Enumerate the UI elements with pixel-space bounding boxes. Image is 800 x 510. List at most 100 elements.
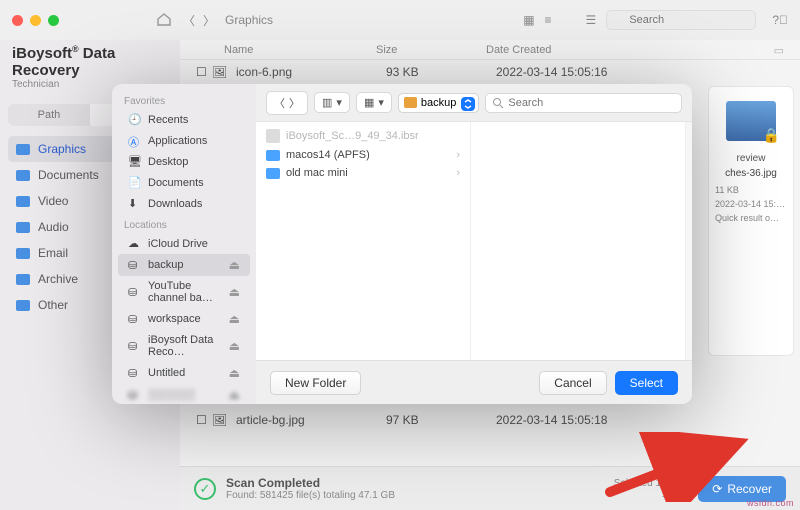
browser-column-2	[471, 122, 686, 360]
disk-icon: ⛁	[128, 313, 141, 326]
dialog-main: 〈〉 ▥▾ ▦▾ backup iBoysoft_Sc…9_49_34.ibsr…	[256, 84, 692, 404]
preview-thumbnail: 🔒	[726, 101, 776, 141]
sidebar-item-recents[interactable]: 🕘Recents	[118, 109, 250, 130]
locations-heading: Locations	[114, 214, 254, 233]
chevron-right-icon: ›	[456, 149, 460, 161]
download-icon: ⬇	[128, 197, 141, 210]
row-checkbox[interactable]: ☐	[196, 413, 212, 427]
preview-size: 11 KB	[709, 183, 793, 197]
file-name: article-bg.jpg	[236, 413, 386, 427]
dialog-footer: New Folder Cancel Select	[256, 360, 692, 404]
chevron-right-icon: ›	[456, 167, 460, 179]
status-detail: Found: 581425 file(s) totaling 47.1 GB	[226, 490, 604, 501]
sidebar-item-backup[interactable]: ⛁backup⏏	[118, 254, 250, 276]
sidebar-item-iboysoft-disk[interactable]: ⛁iBoysoft Data Reco…⏏	[118, 330, 250, 362]
zoom-window-button[interactable]	[48, 15, 59, 26]
filter-icon[interactable]: ☰	[586, 13, 597, 27]
selected-size: 11 KB	[614, 489, 688, 500]
col-size[interactable]: Size	[376, 44, 486, 57]
row-checkbox[interactable]: ☐	[196, 65, 212, 79]
nav-back-icon[interactable]: 〈	[183, 12, 195, 29]
preview-filename: ches-36.jpg	[709, 164, 793, 183]
nav-forward-icon[interactable]: 〉	[203, 12, 215, 29]
selected-count: Selected 1 file(s)	[614, 478, 688, 489]
preview-toggle-icon[interactable]: ▭	[774, 44, 784, 57]
file-date: 2022-03-14 15:05:16	[496, 65, 784, 79]
col-date[interactable]: Date Created	[486, 44, 774, 57]
preview-pane: 🔒 review ches-36.jpg 11 KB 2022-03-14 15…	[708, 86, 794, 356]
titlebar: 〈 〉 Graphics ▦ ≡ ☰ ?⃝	[0, 0, 800, 40]
list-view-icon[interactable]: ≡	[545, 13, 552, 27]
disk-icon: ⛁	[128, 367, 141, 380]
file-name: icon-6.png	[236, 65, 386, 79]
list-item[interactable]: iBoysoft_Sc…9_49_34.ibsr	[256, 126, 470, 146]
minimize-window-button[interactable]	[30, 15, 41, 26]
disk-icon: ⛁	[128, 389, 141, 402]
image-file-icon: 🖼	[212, 413, 230, 427]
eject-icon[interactable]: ⏏	[229, 366, 240, 380]
chevron-down-icon: ▾	[336, 96, 342, 109]
eject-icon[interactable]: ⏏	[229, 312, 240, 326]
help-icon[interactable]: ?⃝	[772, 13, 788, 27]
dialog-sidebar: Favorites 🕘Recents ⒶApplications 🖥Deskto…	[112, 84, 256, 404]
eject-icon[interactable]: ⏏	[229, 285, 240, 299]
breadcrumb: Graphics	[225, 13, 273, 27]
sidebar-item-youtube[interactable]: ⛁YouTube channel ba…⏏	[118, 276, 250, 308]
status-bar: ✓ Scan Completed Found: 581425 file(s) t…	[180, 466, 800, 510]
location-popup[interactable]: backup	[398, 93, 479, 113]
grid-view-icon[interactable]: ▦	[523, 13, 534, 27]
folder-icon	[404, 97, 417, 108]
tab-path[interactable]: Path	[8, 104, 90, 126]
preview-date: 2022-03-14 15:05:16	[709, 197, 793, 211]
close-window-button[interactable]	[12, 15, 23, 26]
group-by-button[interactable]: ▦▾	[356, 92, 392, 113]
folder-icon	[266, 150, 280, 161]
eject-icon[interactable]: ⏏	[229, 258, 240, 272]
chevron-down-icon: ▾	[378, 96, 384, 109]
eject-icon[interactable]: ⏏	[229, 388, 240, 402]
file-size: 97 KB	[386, 413, 496, 427]
app-brand: iBoysoft® Data Recovery	[8, 40, 172, 79]
preview-note: Quick result o…	[709, 211, 793, 225]
dropdown-indicator-icon	[461, 97, 475, 111]
preview-button[interactable]: review	[709, 147, 793, 164]
column-browser: iBoysoft_Sc…9_49_34.ibsr macos14 (APFS)›…	[256, 122, 692, 360]
file-row[interactable]: ☐ 🖼 icon-6.png 93 KB 2022-03-14 15:05:16	[180, 60, 800, 84]
save-dialog: Favorites 🕘Recents ⒶApplications 🖥Deskto…	[112, 84, 692, 404]
desktop-icon: 🖥	[128, 155, 141, 168]
sidebar-item-applications[interactable]: ⒶApplications	[118, 130, 250, 151]
file-icon	[266, 129, 280, 143]
sidebar-item-downloads[interactable]: ⬇Downloads	[118, 193, 250, 214]
columns-icon: ▥	[322, 96, 332, 109]
sidebar-item-icloud[interactable]: ☁iCloud Drive	[118, 233, 250, 254]
col-name[interactable]: Name	[196, 44, 376, 57]
toolbar-search-input[interactable]	[606, 10, 756, 30]
clock-icon: 🕘	[128, 113, 141, 126]
chevron-left-icon: 〈	[274, 95, 285, 111]
new-folder-button[interactable]: New Folder	[270, 371, 361, 395]
file-row[interactable]: ☐ 🖼 article-bg.jpg 97 KB 2022-03-14 15:0…	[180, 408, 800, 432]
sidebar-item-documents[interactable]: 📄Documents	[118, 172, 250, 193]
watermark: wsldn.com	[747, 498, 794, 508]
column-resize-handle[interactable]	[686, 122, 692, 360]
list-item[interactable]: old mac mini›	[256, 164, 470, 182]
sidebar-item-untitled[interactable]: ⛁Untitled⏏	[118, 362, 250, 384]
home-icon[interactable]	[156, 12, 172, 29]
sidebar-item-blurred[interactable]: ⛁░░░░░░⏏	[118, 384, 250, 404]
dialog-search-input[interactable]	[485, 93, 682, 113]
list-item[interactable]: macos14 (APFS)›	[256, 146, 470, 164]
select-button[interactable]: Select	[615, 371, 678, 395]
disk-icon: ⛁	[128, 340, 141, 353]
sidebar-item-desktop[interactable]: 🖥Desktop	[118, 151, 250, 172]
doc-icon: 📄	[128, 176, 141, 189]
cancel-button[interactable]: Cancel	[539, 371, 606, 395]
dialog-toolbar: 〈〉 ▥▾ ▦▾ backup	[256, 84, 692, 122]
cloud-icon: ☁	[128, 237, 141, 250]
view-columns-button[interactable]: ▥▾	[314, 92, 350, 113]
image-file-icon: 🖼	[212, 65, 230, 79]
history-back-forward[interactable]: 〈〉	[266, 91, 308, 115]
sidebar-item-workspace[interactable]: ⛁workspace⏏	[118, 308, 250, 330]
favorites-heading: Favorites	[114, 90, 254, 109]
file-date: 2022-03-14 15:05:18	[496, 413, 784, 427]
eject-icon[interactable]: ⏏	[229, 339, 240, 353]
